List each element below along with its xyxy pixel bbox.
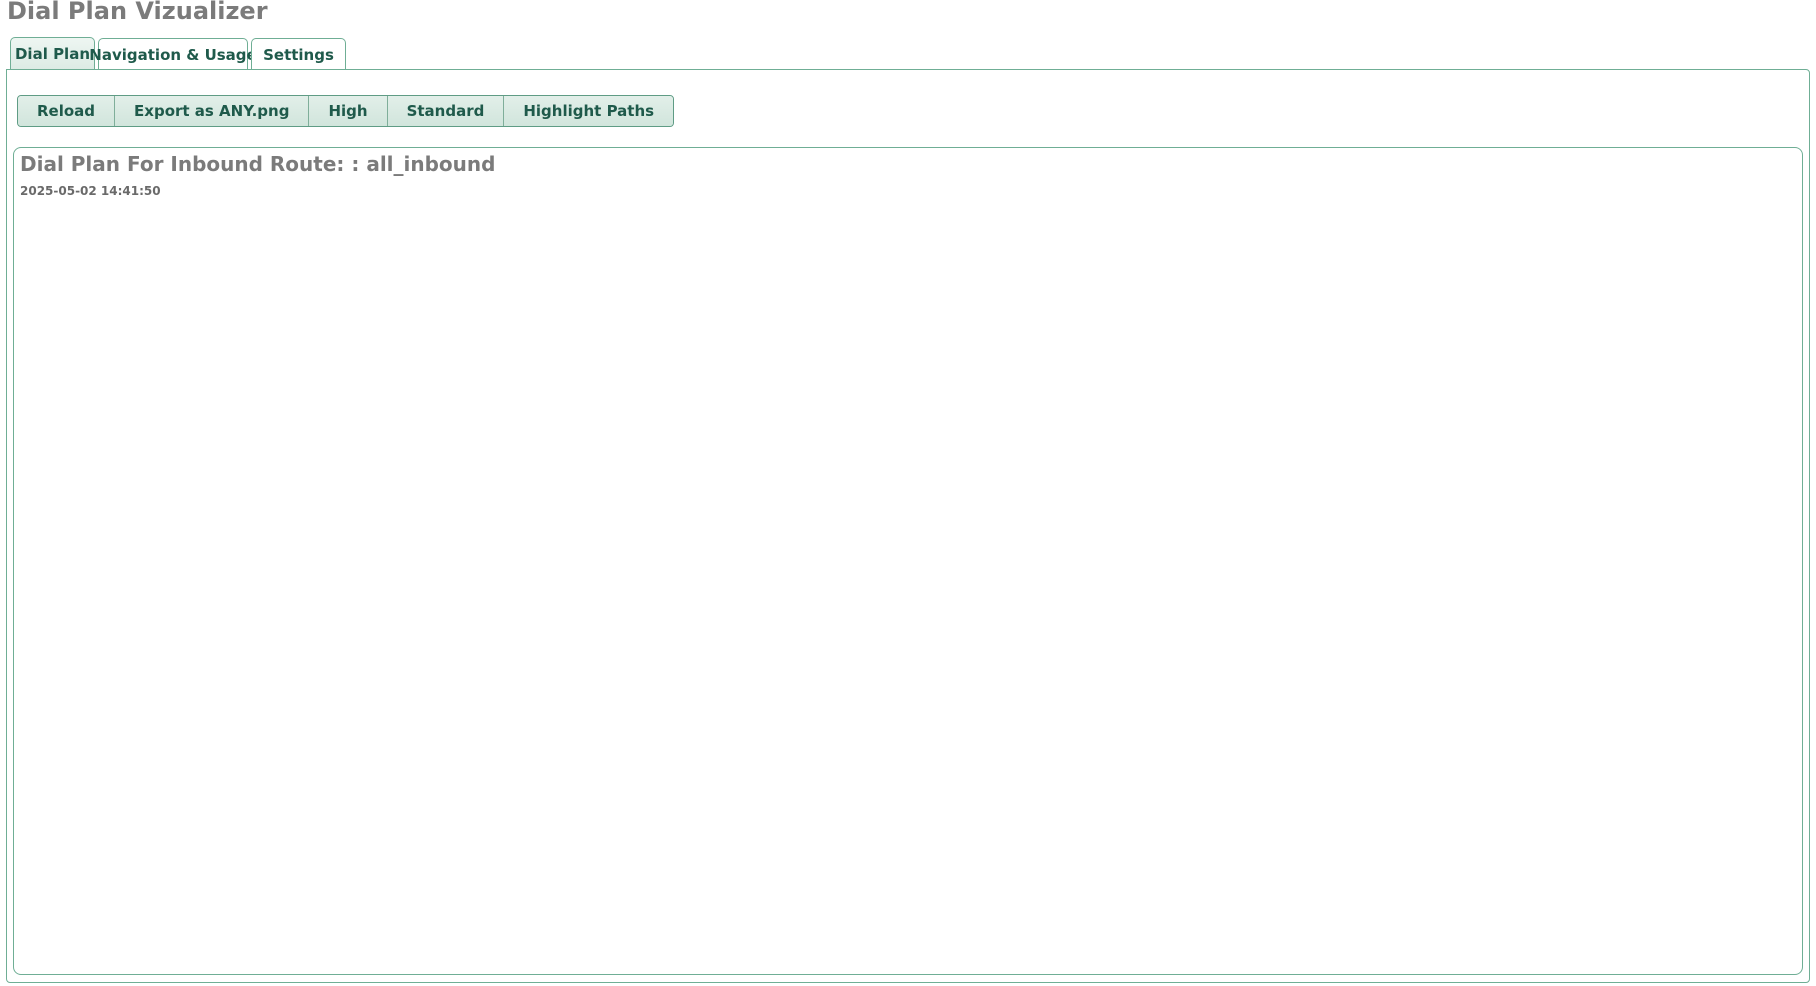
tab-dial-plan[interactable]: Dial Plan: [10, 37, 95, 70]
diagram-timestamp: 2025-05-02 14:41:50: [20, 184, 161, 198]
dial-plan-panel: Reload Export as ANY.png High Standard H…: [6, 69, 1810, 983]
export-png-button[interactable]: Export as ANY.png: [115, 96, 310, 126]
tab-settings[interactable]: Settings: [251, 38, 346, 70]
high-quality-button[interactable]: High: [309, 96, 388, 126]
tab-label: Dial Plan: [14, 45, 90, 63]
tab-bar: Dial Plan Navigation & Usage Settings: [10, 37, 349, 70]
app-title: Dial Plan Vizualizer: [7, 0, 268, 25]
tab-label: Settings: [263, 45, 334, 64]
standard-quality-button[interactable]: Standard: [387, 96, 505, 126]
tab-navigation-usage[interactable]: Navigation & Usage: [89, 38, 257, 70]
app-root: Dial Plan Vizualizer Dial Plan Navigatio…: [0, 0, 1816, 986]
highlight-paths-button[interactable]: Highlight Paths: [504, 96, 674, 126]
toolbar: Reload Export as ANY.png High Standard H…: [17, 95, 675, 127]
reload-button[interactable]: Reload: [18, 96, 116, 126]
diagram-title: Dial Plan For Inbound Route: : all_inbou…: [20, 152, 496, 176]
diagram-canvas[interactable]: Dial Plan For Inbound Route: : all_inbou…: [13, 147, 1803, 975]
tab-label: Navigation & Usage: [89, 45, 257, 64]
